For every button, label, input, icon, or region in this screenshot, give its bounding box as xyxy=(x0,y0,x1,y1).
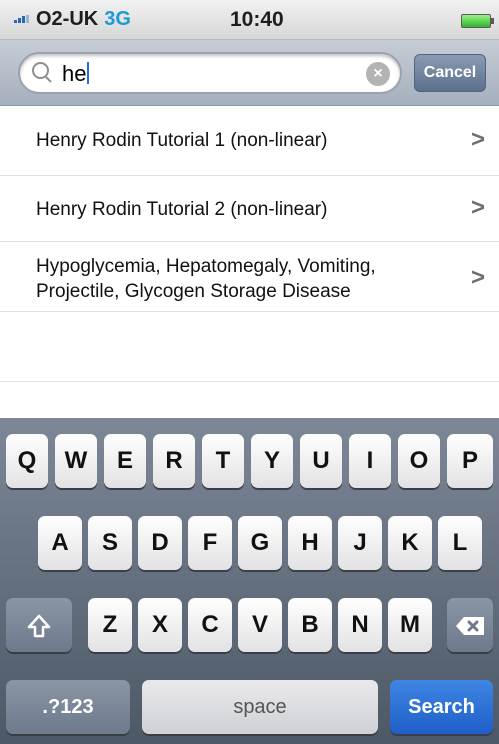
result-row[interactable]: Henry Rodin Tutorial 2 (non-linear) > xyxy=(0,176,499,242)
result-title: Henry Rodin Tutorial 2 (non-linear) xyxy=(36,199,328,220)
key-z[interactable]: Z xyxy=(88,598,132,652)
key-s[interactable]: S xyxy=(88,516,132,570)
backspace-key[interactable] xyxy=(447,598,493,652)
result-title-line-2: Projectile, Glycogen Storage Disease xyxy=(36,281,351,302)
key-q[interactable]: Q xyxy=(6,434,48,488)
key-v[interactable]: V xyxy=(238,598,282,652)
key-f[interactable]: F xyxy=(188,516,232,570)
key-u[interactable]: U xyxy=(300,434,342,488)
text-cursor xyxy=(87,62,90,84)
search-bar: he × Cancel xyxy=(0,40,499,106)
clear-icon[interactable]: × xyxy=(366,62,390,86)
key-t[interactable]: T xyxy=(202,434,244,488)
key-d[interactable]: D xyxy=(138,516,182,570)
numbers-key[interactable]: .?123 xyxy=(6,680,130,734)
network-type: 3G xyxy=(104,8,131,30)
status-time: 10:40 xyxy=(230,8,284,31)
shift-key[interactable] xyxy=(6,598,72,652)
backspace-icon xyxy=(456,616,484,635)
space-key[interactable]: space xyxy=(142,680,378,734)
result-title: Henry Rodin Tutorial 1 (non-linear) xyxy=(36,130,328,151)
chevron-right-icon: > xyxy=(470,126,485,153)
key-e[interactable]: E xyxy=(104,434,146,488)
result-row[interactable]: Henry Rodin Tutorial 1 (non-linear) > xyxy=(0,106,499,176)
key-r[interactable]: R xyxy=(153,434,195,488)
carrier-info: O2-UK 3G xyxy=(14,8,131,31)
signal-strength-icon xyxy=(14,15,32,23)
keyboard: Q W E R T Y U I O P A S D F G H J K L Z … xyxy=(0,418,499,744)
key-p[interactable]: P xyxy=(447,434,493,488)
battery-icon xyxy=(461,14,494,28)
key-w[interactable]: W xyxy=(55,434,97,488)
key-o[interactable]: O xyxy=(398,434,440,488)
key-m[interactable]: M xyxy=(388,598,432,652)
key-y[interactable]: Y xyxy=(251,434,293,488)
key-l[interactable]: L xyxy=(438,516,482,570)
key-b[interactable]: B xyxy=(288,598,332,652)
chevron-right-icon: > xyxy=(470,194,485,221)
search-query[interactable]: he xyxy=(62,61,90,87)
cancel-button[interactable]: Cancel xyxy=(414,54,486,92)
shift-icon xyxy=(27,614,51,637)
key-j[interactable]: J xyxy=(338,516,382,570)
search-key[interactable]: Search xyxy=(390,680,493,734)
result-title: Hypoglycemia, Hepatomegaly, Vomiting, Pr… xyxy=(36,254,376,304)
carrier-name: O2-UK xyxy=(36,8,99,30)
key-g[interactable]: G xyxy=(238,516,282,570)
search-icon xyxy=(32,62,49,79)
key-i[interactable]: I xyxy=(349,434,391,488)
empty-row xyxy=(0,312,499,382)
status-bar: O2-UK 3G 10:40 xyxy=(0,0,499,40)
key-x[interactable]: X xyxy=(138,598,182,652)
key-n[interactable]: N xyxy=(338,598,382,652)
chevron-right-icon: > xyxy=(470,264,485,291)
key-c[interactable]: C xyxy=(188,598,232,652)
result-title-line-1: Hypoglycemia, Hepatomegaly, Vomiting, xyxy=(36,256,376,277)
search-input[interactable]: he × xyxy=(18,52,402,94)
key-h[interactable]: H xyxy=(288,516,332,570)
key-k[interactable]: K xyxy=(388,516,432,570)
result-row[interactable]: Hypoglycemia, Hepatomegaly, Vomiting, Pr… xyxy=(0,242,499,312)
key-a[interactable]: A xyxy=(38,516,82,570)
